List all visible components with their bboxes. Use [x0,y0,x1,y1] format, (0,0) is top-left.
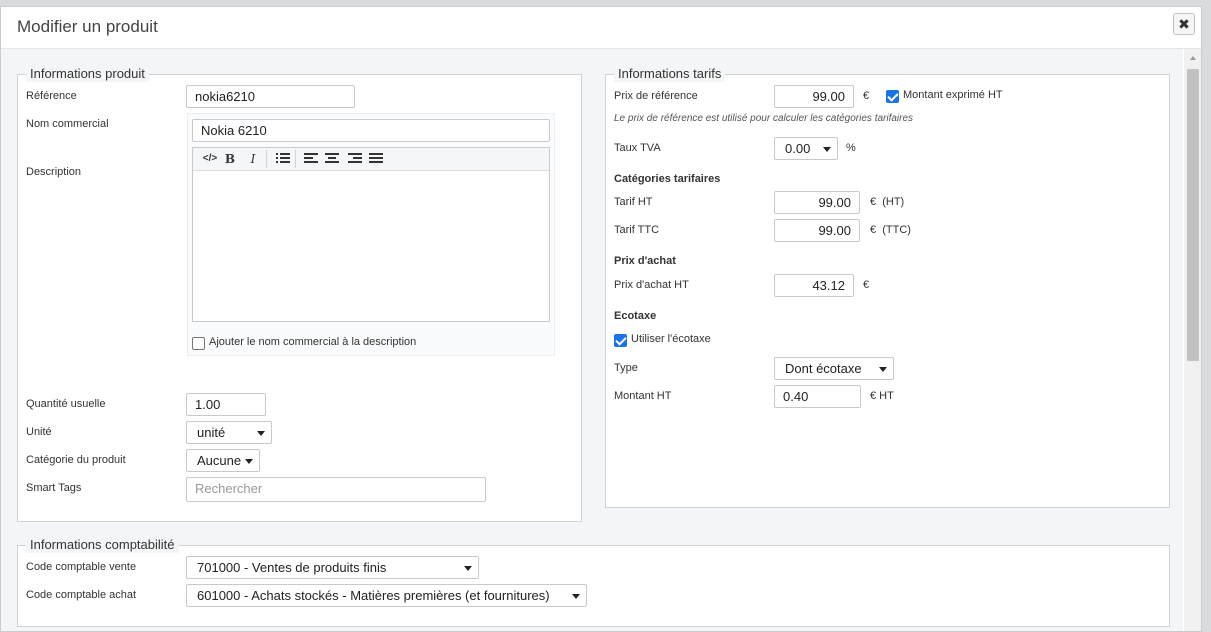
smart-tags-label: Smart Tags [26,482,82,494]
reference-label: Référence [26,90,77,102]
description-editor[interactable]: </> B I [192,147,550,322]
amount-label: Montant HT [614,390,672,402]
scroll-thumb[interactable] [1187,69,1199,361]
align-left-icon[interactable] [304,152,318,164]
reference-input[interactable]: nokia6210 [186,85,355,108]
tarif-ht-label: Tarif HT [614,196,653,208]
chevron-down-icon [245,459,253,464]
add-name-checkbox-label: Ajouter le nom commercial à la descripti… [209,336,417,348]
tarif-ttc-unit: € (TTC) [870,224,911,236]
chevron-down-icon [823,147,831,152]
bullet-list-icon[interactable] [276,152,290,164]
ht-checkbox-label: Montant exprimé HT [903,89,1003,101]
add-name-checkbox[interactable] [192,337,205,350]
ecotax-title: Ecotaxe [614,310,657,322]
bold-icon[interactable]: B [223,151,237,167]
tarif-ttc-input[interactable]: 99.00 [774,219,860,242]
purchase-price-input[interactable]: 43.12 [774,274,854,297]
chevron-down-icon [572,594,580,599]
edit-product-modal: Modifier un produit ✖ Informations produ… [0,6,1202,632]
tarif-ttc-label: Tarif TTC [614,224,660,236]
purchase-title: Prix d'achat [614,255,676,267]
accounting-legend: Informations comptabilité [26,537,179,553]
ref-price-label: Prix de référence [614,90,698,102]
description-label: Description [26,166,82,178]
categories-title: Catégories tarifaires [614,173,721,185]
type-label: Type [614,362,638,374]
pricing-legend: Informations tarifs [614,66,726,82]
sale-code-value: 701000 - Ventes de produits finis [197,560,387,575]
unit-select[interactable]: unité [186,421,272,444]
type-select-value: Dont écotaxe [785,361,862,376]
code-view-icon[interactable]: </> [201,151,219,167]
modal-header: Modifier un produit ✖ [1,7,1201,49]
unit-label: Unité [26,426,52,438]
chevron-down-icon [464,566,472,571]
sale-code-select[interactable]: 701000 - Ventes de produits finis [186,556,479,579]
modal-scrollbar[interactable] [1184,49,1201,631]
ref-price-note: Le prix de référence est utilisé pour ca… [614,113,914,124]
tva-percent: % [846,142,856,154]
purchase-code-value: 601000 - Achats stockés - Matières premi… [197,588,550,603]
category-label: Catégorie du produit [26,454,126,466]
editor-toolbar: </> B I [193,148,549,171]
amount-unit: € HT [870,390,894,402]
purchase-code-label: Code comptable achat [26,589,137,601]
chevron-down-icon [879,367,887,372]
category-select[interactable]: Aucune [186,449,260,472]
product-info-legend: Informations produit [26,66,149,82]
ref-price-currency: € [863,90,870,102]
purchase-label: Prix d'achat HT [614,279,689,291]
italic-icon[interactable]: I [246,151,260,167]
align-center-icon[interactable] [325,152,339,164]
unit-select-value: unité [197,425,226,440]
ecotax-checkbox-label: Utiliser l'écotaxe [631,333,711,345]
commercial-name-label: Nom commercial [26,118,109,130]
chevron-down-icon [257,431,265,436]
tarif-ht-unit: € (HT) [870,196,905,208]
close-icon[interactable]: ✖ [1173,13,1195,35]
ht-checkbox[interactable] [886,90,899,103]
toolbar-separator [266,150,267,168]
commercial-name-input[interactable]: Nokia 6210 [192,119,550,142]
purchase-code-select[interactable]: 601000 - Achats stockés - Matières premi… [186,584,587,607]
modal-title: Modifier un produit [17,17,158,36]
modal-body: Informations produit Informations tarifs… [1,49,1183,631]
category-select-value: Aucune [197,453,242,468]
quantity-label: Quantité usuelle [26,398,106,410]
tva-select-value: 0.00 [785,141,811,156]
tarif-ht-input[interactable]: 99.00 [774,191,860,214]
smart-tags-input[interactable]: Rechercher [186,477,486,502]
tva-select[interactable]: 0.00 [774,137,838,160]
align-justify-icon[interactable] [369,152,383,164]
pricing-section: Informations tarifs [605,66,1170,508]
type-select[interactable]: Dont écotaxe [774,357,894,380]
ref-price-input[interactable]: 99.00 [774,85,854,108]
amount-input[interactable]: 0.40 [774,385,861,408]
align-right-icon[interactable] [348,152,362,164]
quantity-input[interactable]: 1.00 [186,393,266,416]
purchase-price-currency: € [863,279,870,291]
tva-label: Taux TVA [614,142,661,154]
sale-code-label: Code comptable vente [26,561,137,573]
toolbar-separator [295,150,296,168]
ecotax-checkbox[interactable] [614,334,627,347]
scroll-up-icon[interactable] [1190,56,1196,60]
